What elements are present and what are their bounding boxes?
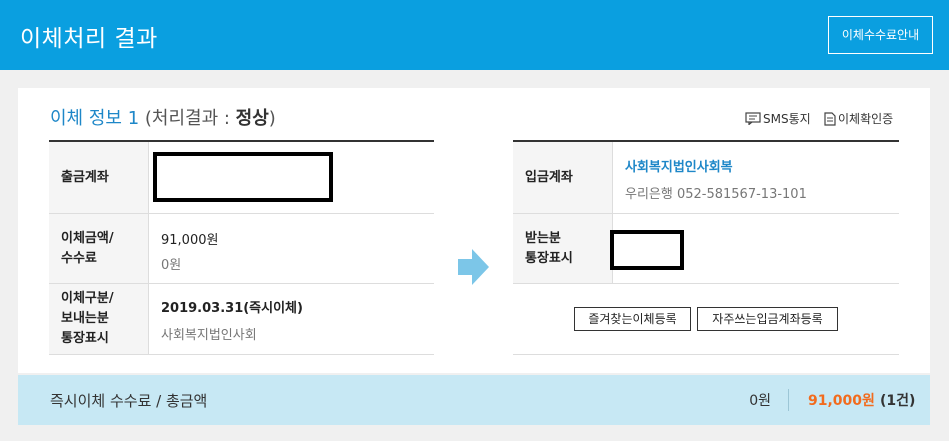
transfer-amount-value: 91,000원 xyxy=(161,233,219,248)
summary-label: 즉시이체 수수료 / 총금액 xyxy=(50,392,208,410)
arrow-right-icon xyxy=(458,249,489,285)
summary-fee: 0원 xyxy=(749,393,771,409)
result-open: (처리결과 : xyxy=(144,108,236,129)
transfer-info-number: 1 xyxy=(127,108,140,129)
masked-receiver-display xyxy=(610,230,684,270)
sender-display-value: 사회복지법인사회 xyxy=(161,328,257,343)
transfer-confirm-link[interactable]: 이체확인증 xyxy=(824,110,893,127)
sms-icon xyxy=(745,112,761,125)
transfer-confirm-label: 이체확인증 xyxy=(838,112,894,126)
deposit-account-label: 입금계좌 xyxy=(513,142,613,213)
amount-fee-label: 이체금액/ 수수료 xyxy=(49,214,149,283)
masked-withdraw-account xyxy=(153,152,333,202)
deposit-account-value: 우리은행 052-581567-13-101 xyxy=(625,187,807,202)
table-row: 받는분 통장표시 xyxy=(513,214,899,284)
result-status: 정상 xyxy=(235,108,269,129)
withdraw-account-label: 출금계좌 xyxy=(49,142,149,213)
summary-count: (1건) xyxy=(880,393,916,409)
register-favorite-transfer-button[interactable]: 즐겨찾는이체등록 xyxy=(574,307,691,331)
table-row: 이체금액/ 수수료 91,000원 0원 xyxy=(49,214,434,284)
transfer-info-title: 이체 정보 1 (처리결과 : 정상) xyxy=(50,104,276,130)
document-icon xyxy=(824,111,836,126)
summary-total: 91,000원 xyxy=(808,393,875,409)
fee-value: 0원 xyxy=(161,258,182,273)
table-row: 이체구분/ 보내는분 통장표시 2019.03.31(즉시이체) 사회복지법인사… xyxy=(49,284,434,355)
transfer-info-label: 이체 정보 xyxy=(50,108,122,129)
transfer-type-label: 이체구분/ 보내는분 통장표시 xyxy=(49,284,149,354)
table-row: 출금계좌 xyxy=(49,142,434,214)
page-title: 이체처리 결과 xyxy=(20,26,158,52)
fee-guide-button[interactable]: 이체수수료안내 xyxy=(828,16,933,54)
withdraw-table: 출금계좌 이체금액/ 수수료 91,000원 0원 이체구분/ 보내는분 통장표… xyxy=(49,140,434,355)
summary-bar: 즉시이체 수수료 / 총금액 0원 91,000원 (1건) xyxy=(18,375,930,425)
deposit-name-value: 사회복지법인사회복 xyxy=(625,160,733,175)
deposit-table: 입금계좌 사회복지법인사회복 우리은행 052-581567-13-101 받는… xyxy=(513,140,899,355)
page-header: 이체처리 결과 이체수수료안내 xyxy=(0,0,949,70)
result-close: ) xyxy=(268,108,276,129)
table-row: 입금계좌 사회복지법인사회복 우리은행 052-581567-13-101 xyxy=(513,142,899,214)
sms-notify-label: SMS통지 xyxy=(763,112,811,126)
summary-divider xyxy=(788,389,789,411)
table-row: 즐겨찾는이체등록 자주쓰는입금계좌등록 xyxy=(513,284,899,355)
transfer-type-value: 2019.03.31(즉시이체) xyxy=(161,301,303,316)
register-frequent-account-button[interactable]: 자주쓰는입금계좌등록 xyxy=(697,307,838,331)
sms-notify-link[interactable]: SMS통지 xyxy=(745,110,811,127)
receiver-display-label: 받는분 통장표시 xyxy=(513,214,613,283)
